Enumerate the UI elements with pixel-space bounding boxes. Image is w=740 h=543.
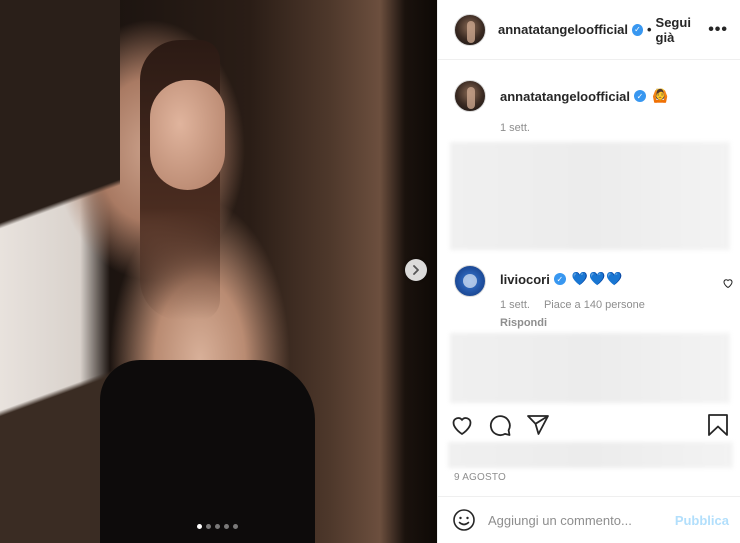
photo-face	[150, 80, 225, 190]
carousel-next-button[interactable]	[405, 259, 427, 281]
blurred-comment	[450, 333, 730, 403]
caption-time[interactable]: 1 sett.	[500, 122, 668, 134]
comment-input[interactable]	[488, 512, 675, 528]
like-button[interactable]	[450, 413, 474, 437]
carousel-dot	[206, 524, 211, 529]
carousel-dot	[197, 524, 202, 529]
comment-likes[interactable]: Piace a 140 persone	[544, 299, 645, 311]
comment-time[interactable]: 1 sett.	[500, 299, 530, 311]
publish-button[interactable]: Pubblica	[675, 513, 729, 528]
comment-username[interactable]: liviocori	[500, 272, 550, 287]
comment-item: liviocori ✓ 💙💙💙 1 sett. Piace a 140 pers…	[454, 265, 734, 329]
bookmark-icon	[708, 414, 728, 436]
blurred-likes	[448, 442, 733, 468]
post-header: annatatangeloofficial ✓ • Segui già •••	[438, 0, 740, 60]
carousel-dot	[233, 524, 238, 529]
follow-separator: •	[646, 22, 652, 37]
verified-badge-icon: ✓	[553, 273, 566, 285]
chevron-right-icon	[413, 265, 419, 275]
comment-like-button[interactable]	[722, 277, 734, 289]
carousel-dot	[215, 524, 220, 529]
blurred-comment	[450, 142, 730, 250]
avatar[interactable]	[454, 265, 486, 297]
emoji-button[interactable]	[452, 508, 476, 532]
caption-text: 🙆	[652, 88, 669, 103]
comment-icon	[489, 415, 511, 437]
carousel-dot	[224, 524, 229, 529]
comment-text: 💙💙💙	[571, 271, 624, 286]
post-side-panel: annatatangeloofficial ✓ • Segui già ••• …	[437, 0, 740, 543]
follow-button[interactable]: Segui già	[656, 15, 709, 45]
reply-button[interactable]: Rispondi	[500, 317, 734, 329]
caption: annatatangeloofficial ✓ 🙆 1 sett.	[438, 60, 740, 134]
heart-icon	[723, 279, 733, 289]
save-button[interactable]	[707, 413, 729, 437]
add-comment-bar: Pubblica	[438, 496, 740, 543]
share-button[interactable]	[526, 413, 550, 437]
verified-badge-icon: ✓	[634, 90, 647, 102]
heart-icon	[452, 417, 472, 436]
author-username[interactable]: annatatangeloofficial	[498, 22, 628, 37]
comment-button[interactable]	[488, 413, 512, 437]
emoji-icon	[453, 509, 475, 531]
avatar[interactable]	[454, 80, 486, 112]
avatar[interactable]	[454, 13, 486, 46]
carousel-dots	[197, 524, 238, 529]
caption-username[interactable]: annatatangeloofficial	[500, 89, 630, 104]
share-icon	[527, 415, 549, 435]
more-options-icon[interactable]: •••	[708, 21, 728, 39]
post-actions	[438, 405, 740, 445]
post-date[interactable]: 9 AGOSTO	[454, 472, 506, 483]
verified-badge-icon: ✓	[632, 23, 643, 36]
post-photo[interactable]	[0, 0, 437, 543]
photo-dress	[100, 360, 315, 543]
